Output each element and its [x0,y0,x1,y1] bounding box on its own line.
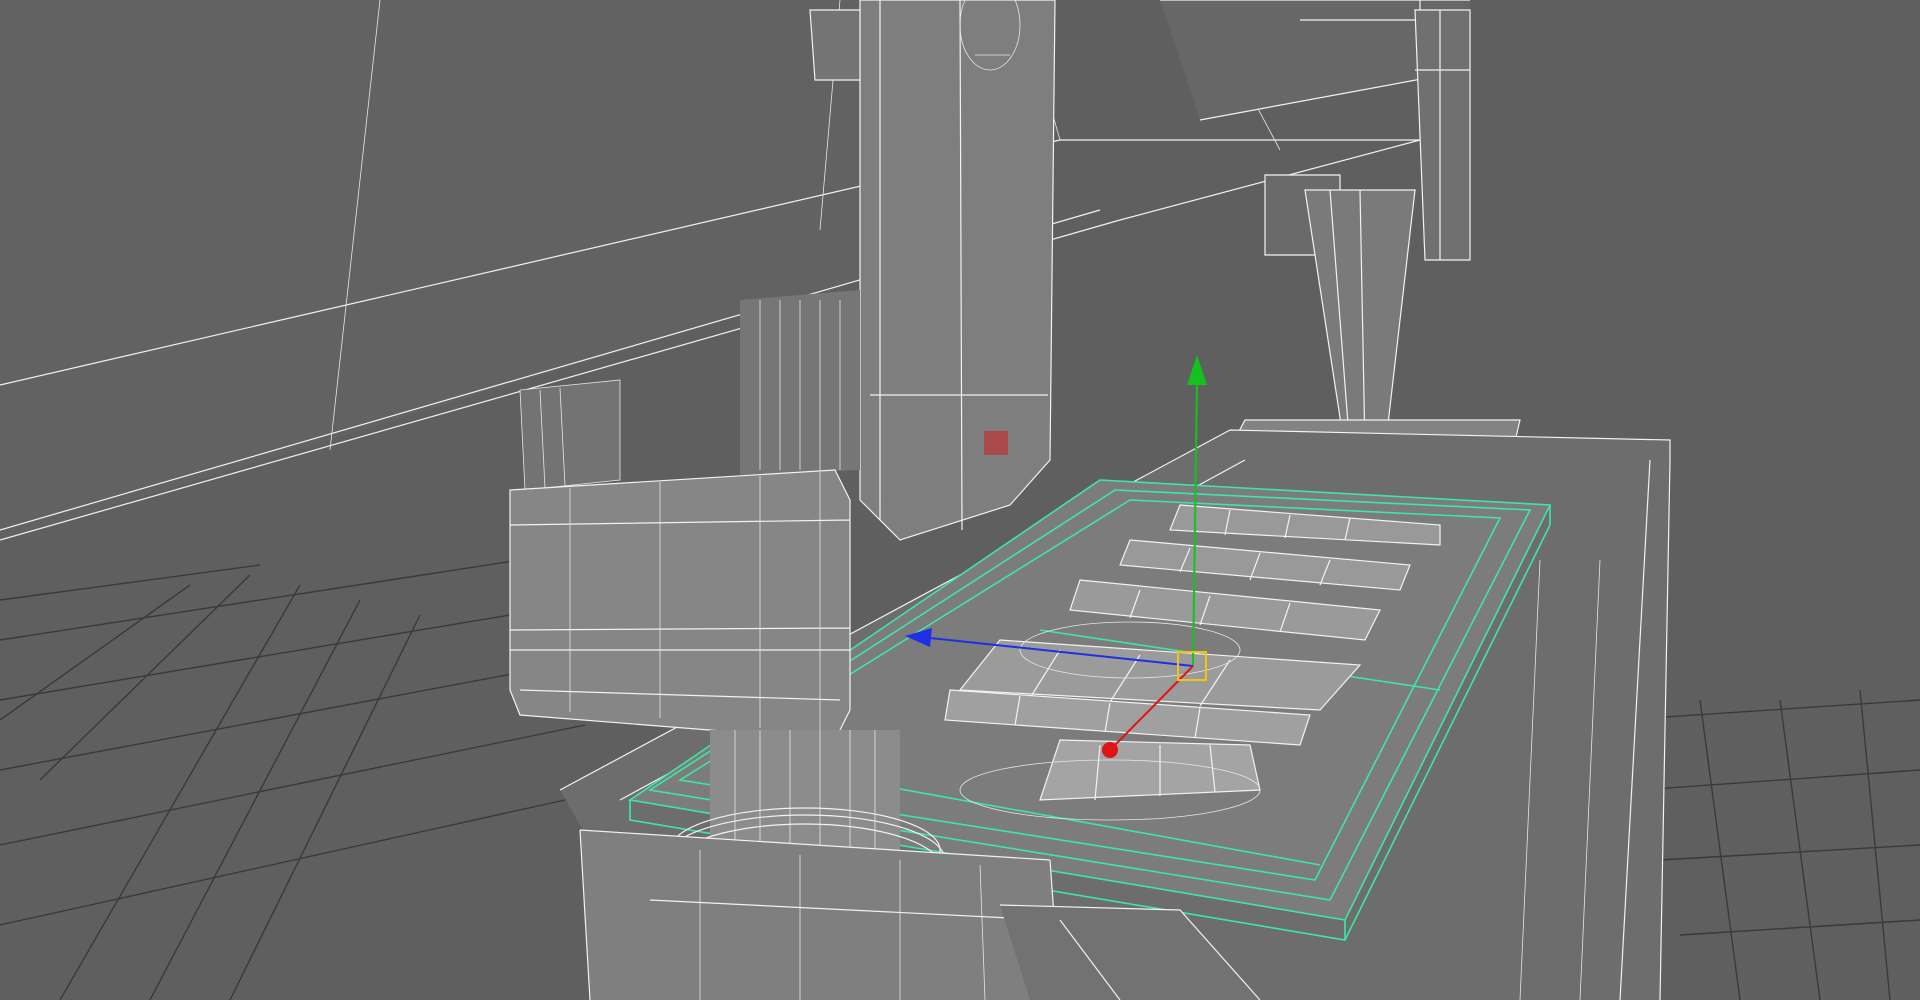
3d-viewport[interactable] [0,0,1920,1000]
gizmo-x-handle-icon[interactable] [1102,742,1118,758]
marker-square [984,431,1008,455]
box-block [509,469,851,741]
